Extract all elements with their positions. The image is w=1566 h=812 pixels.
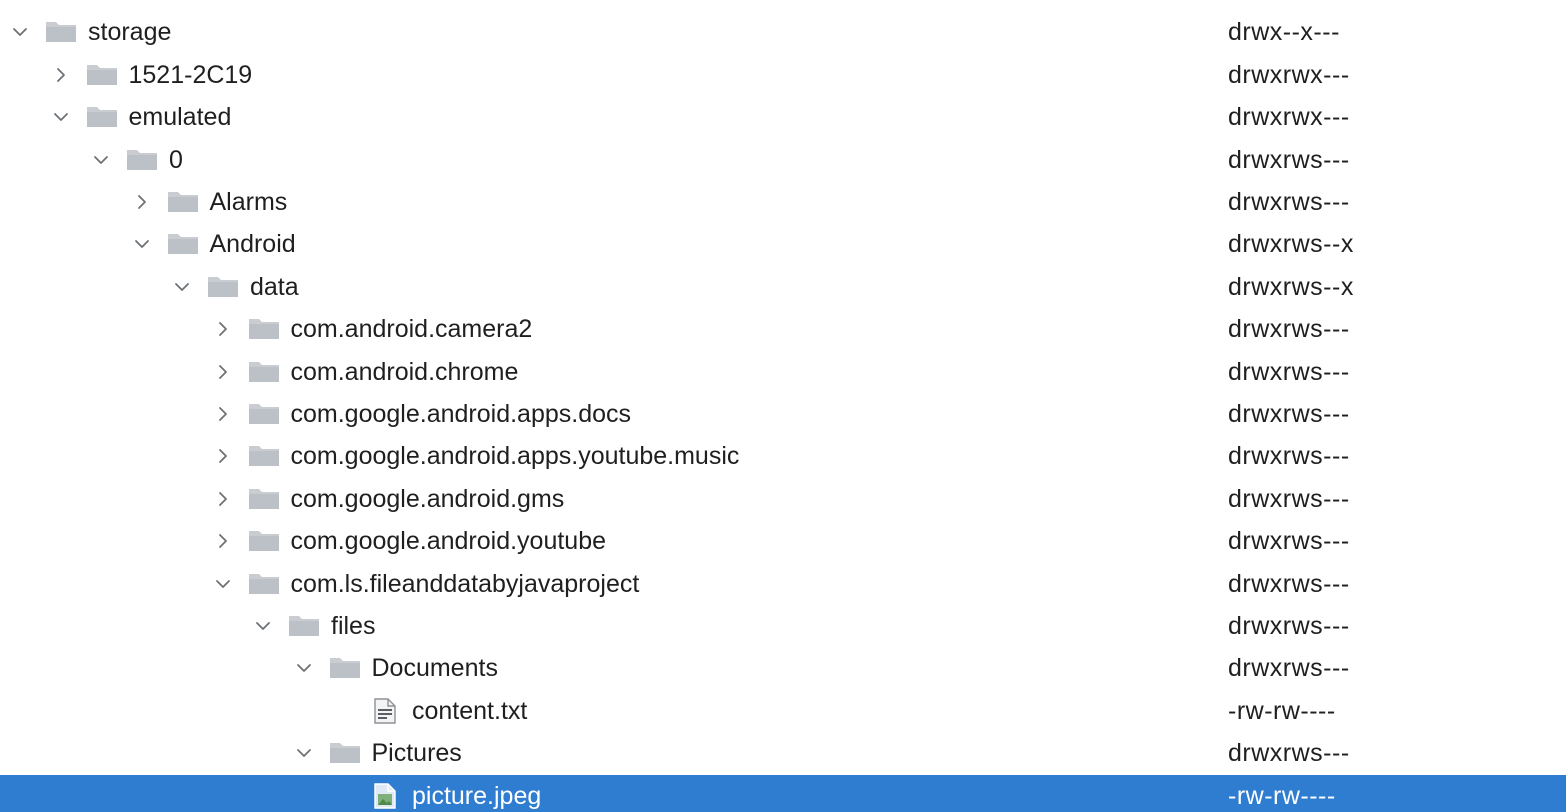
folder-icon bbox=[85, 104, 119, 130]
image-file-icon bbox=[368, 782, 402, 809]
tree-item-permissions: drwxrws--- bbox=[1228, 527, 1350, 556]
tree-item-permissions: drwxrws--- bbox=[1228, 654, 1350, 683]
tree-item-permissions: -rw-rw---- bbox=[1228, 781, 1336, 810]
tree-item-permissions: drwxrws--- bbox=[1228, 357, 1350, 386]
folder-icon bbox=[44, 0, 78, 3]
tree-item-name: 1521-2C19 bbox=[128, 60, 253, 89]
tree-row[interactable]: 1521-2C19 drwxrwx--- bbox=[0, 54, 1566, 96]
folder-icon bbox=[328, 740, 362, 766]
tree-item-permissions: drwxrws--- bbox=[1228, 188, 1350, 216]
tree-row[interactable]: 0 drwxrws--- bbox=[0, 139, 1566, 181]
tree-item-permissions: drwx--x--- bbox=[1228, 18, 1340, 47]
tree-row[interactable] bbox=[0, 0, 1566, 11]
tree-row[interactable]: com.google.android.apps.youtube.music drw… bbox=[0, 435, 1566, 477]
tree-row[interactable]: storage drwx--x--- bbox=[0, 11, 1566, 53]
chevron-right-icon[interactable] bbox=[49, 63, 73, 87]
folder-icon bbox=[166, 231, 200, 257]
tree-row[interactable]: com.android.camera2 drwxrws--- bbox=[0, 308, 1566, 350]
folder-icon bbox=[247, 316, 281, 342]
tree-item-name: content.txt bbox=[412, 696, 528, 725]
folder-icon bbox=[125, 147, 159, 173]
tree-item-name: storage bbox=[88, 18, 172, 47]
tree-item-name: files bbox=[331, 612, 376, 640]
tree-item-permissions: drwxrws--- bbox=[1228, 315, 1350, 344]
tree-item-permissions: drwxrwx--- bbox=[1228, 60, 1350, 89]
chevron-right-icon[interactable] bbox=[130, 190, 154, 214]
tree-item-permissions: -rw-rw---- bbox=[1228, 696, 1336, 725]
tree-item-permissions: drwxrwx--- bbox=[1228, 103, 1350, 132]
tree-item-name: com.android.chrome bbox=[290, 357, 519, 386]
tree-item-permissions: drwxrws--- bbox=[1228, 612, 1350, 640]
chevron-right-icon[interactable] bbox=[211, 487, 235, 511]
chevron-right-icon[interactable] bbox=[211, 360, 235, 384]
tree-row[interactable]: com.ls.fileanddatabyjavaproject drwxrws--… bbox=[0, 563, 1566, 605]
chevron-down-icon[interactable] bbox=[251, 614, 275, 638]
tree-item-name: com.google.android.apps.youtube.music bbox=[290, 442, 740, 471]
device-file-explorer-tree[interactable]: storage drwx--x--- 1521-2C19 drwxrwx--- emul… bbox=[0, 0, 1566, 812]
tree-item-permissions: drwxrws--- bbox=[1228, 400, 1350, 428]
tree-item-name: com.ls.fileanddatabyjavaproject bbox=[290, 569, 640, 598]
folder-icon bbox=[247, 571, 281, 597]
chevron-down-icon[interactable] bbox=[292, 741, 316, 765]
tree-row[interactable]: picture.jpeg -rw-rw---- bbox=[0, 774, 1566, 812]
chevron-down-icon[interactable] bbox=[8, 20, 32, 44]
tree-item-permissions: drwxrws--x bbox=[1228, 272, 1354, 301]
tree-item-permissions: drwxrws--- bbox=[1228, 484, 1350, 513]
folder-icon bbox=[287, 613, 321, 639]
chevron-down-icon[interactable] bbox=[89, 148, 113, 172]
chevron-right-icon[interactable] bbox=[211, 529, 235, 553]
tree-row[interactable]: Android drwxrws--x bbox=[0, 223, 1566, 265]
tree-item-name: Android bbox=[209, 230, 296, 259]
tree-item-name: picture.jpeg bbox=[412, 781, 542, 810]
chevron-right-icon[interactable] bbox=[211, 402, 235, 426]
tree-item-name: com.google.android.gms bbox=[290, 484, 565, 513]
tree-item-name: com.google.android.youtube bbox=[290, 527, 607, 556]
folder-icon bbox=[44, 19, 78, 45]
tree-row[interactable]: data drwxrws--x bbox=[0, 266, 1566, 308]
tree-item-permissions: drwxrws--- bbox=[1228, 569, 1350, 598]
tree-row[interactable]: emulated drwxrwx--- bbox=[0, 96, 1566, 138]
tree-item-name: 0 bbox=[169, 145, 183, 174]
tree-row[interactable]: Alarms drwxrws--- bbox=[0, 181, 1566, 223]
chevron-right-icon[interactable] bbox=[211, 444, 235, 468]
folder-icon bbox=[247, 486, 281, 512]
chevron-down-icon[interactable] bbox=[49, 105, 73, 129]
tree-item-name: com.android.camera2 bbox=[290, 315, 533, 344]
folder-icon bbox=[328, 655, 362, 681]
tree-item-name: Pictures bbox=[371, 739, 462, 768]
tree-row[interactable]: com.google.android.gms drwxrws--- bbox=[0, 478, 1566, 520]
chevron-down-icon[interactable] bbox=[130, 232, 154, 256]
folder-icon bbox=[247, 443, 281, 469]
folder-icon bbox=[247, 359, 281, 385]
tree-item-permissions: drwxrws--x bbox=[1228, 230, 1354, 259]
tree-row[interactable]: Pictures drwxrws--- bbox=[0, 732, 1566, 774]
tree-item-name: data bbox=[250, 272, 299, 301]
tree-item-name: Alarms bbox=[209, 188, 288, 216]
text-file-icon bbox=[368, 698, 402, 724]
tree-item-name: emulated bbox=[128, 103, 232, 132]
tree-item-permissions: drwxrws--- bbox=[1228, 442, 1350, 471]
chevron-down-icon[interactable] bbox=[292, 656, 316, 680]
chevron-down-icon[interactable] bbox=[211, 572, 235, 596]
tree-row[interactable]: files drwxrws--- bbox=[0, 605, 1566, 647]
folder-icon bbox=[85, 62, 119, 88]
tree-row[interactable]: com.google.android.apps.docs drwxrws--- bbox=[0, 393, 1566, 435]
chevron-right-icon[interactable] bbox=[211, 317, 235, 341]
folder-icon bbox=[247, 401, 281, 427]
chevron-down-icon[interactable] bbox=[170, 275, 194, 299]
folder-icon bbox=[247, 528, 281, 554]
tree-row[interactable]: content.txt -rw-rw---- bbox=[0, 690, 1566, 732]
folder-icon bbox=[166, 189, 200, 215]
tree-item-permissions: drwxrws--- bbox=[1228, 739, 1350, 768]
tree-row[interactable]: com.google.android.youtube drwxrws--- bbox=[0, 520, 1566, 562]
tree-row[interactable]: com.android.chrome drwxrws--- bbox=[0, 351, 1566, 393]
tree-row[interactable]: Documents drwxrws--- bbox=[0, 647, 1566, 689]
folder-icon bbox=[206, 274, 240, 300]
tree-item-name: com.google.android.apps.docs bbox=[290, 400, 632, 428]
tree-item-name: Documents bbox=[371, 654, 498, 683]
tree-item-permissions: drwxrws--- bbox=[1228, 145, 1350, 174]
